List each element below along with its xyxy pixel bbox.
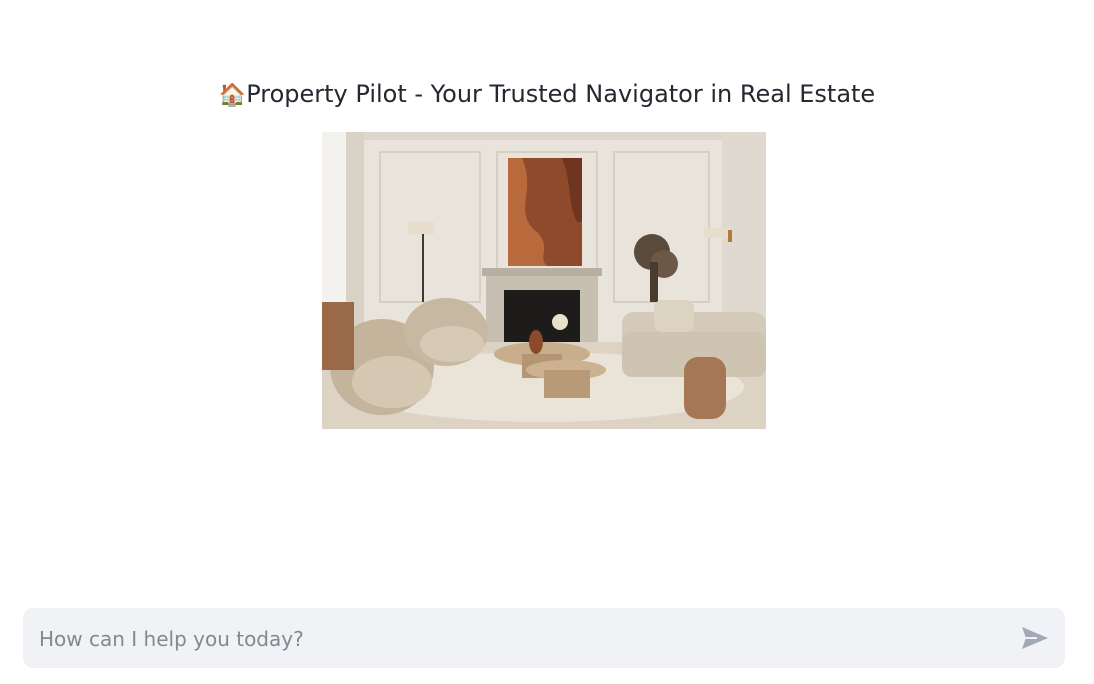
hero-image: [322, 132, 766, 429]
page-title: 🏠Property Pilot - Your Trusted Navigator…: [0, 74, 1094, 116]
app-root: 🏠Property Pilot - Your Trusted Navigator…: [0, 0, 1094, 684]
house-emoji-icon: 🏠: [218, 83, 247, 108]
send-icon: [1022, 627, 1048, 649]
chat-input-container: [23, 608, 1065, 670]
send-button[interactable]: [1019, 622, 1051, 654]
living-room-illustration: [322, 132, 766, 429]
chat-input[interactable]: [37, 608, 1001, 670]
page-title-text: Property Pilot - Your Trusted Navigator …: [246, 80, 876, 108]
